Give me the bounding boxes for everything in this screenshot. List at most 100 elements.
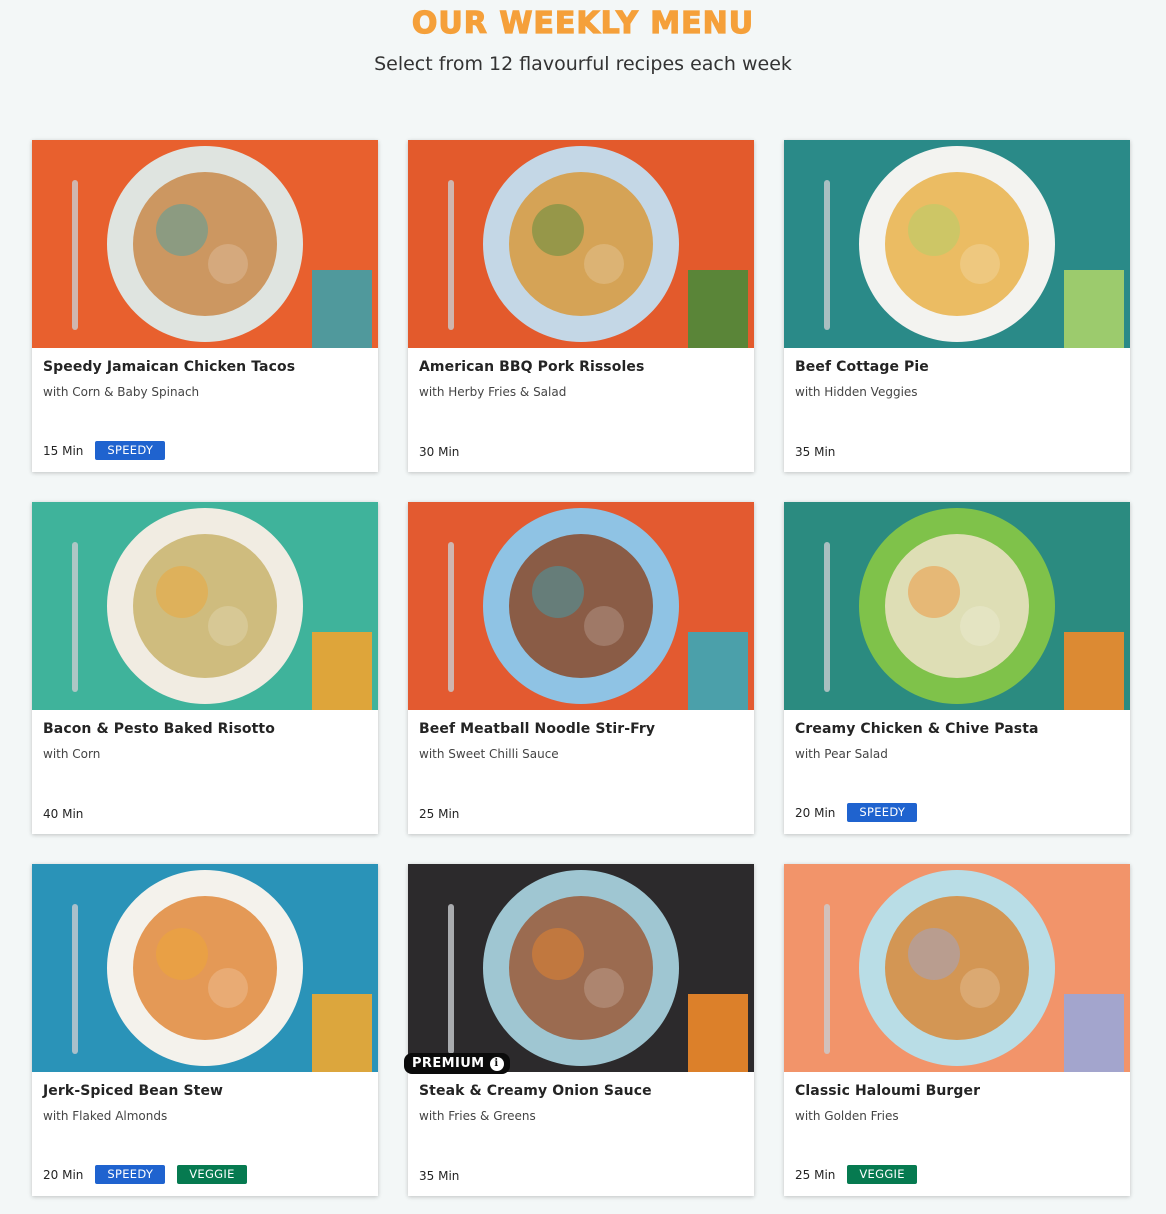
recipe-name[interactable]: Beef Cottage Pie <box>795 358 1119 376</box>
food-photo-illustration <box>784 864 1130 1072</box>
photo-fork <box>72 180 78 330</box>
info-icon[interactable]: i <box>489 1056 504 1071</box>
photo-food <box>133 896 277 1040</box>
photo-highlight <box>208 244 248 284</box>
photo-fork <box>824 180 830 330</box>
photo-napkin <box>312 994 372 1072</box>
recipe-photo[interactable] <box>784 140 1130 348</box>
recipe-card[interactable]: PREMIUM i Steak & Creamy Onion Sauce with F… <box>404 864 754 1196</box>
recipe-meta: 30 Min <box>419 444 471 460</box>
premium-badge[interactable]: PREMIUM i <box>404 1053 510 1074</box>
food-photo-illustration <box>408 502 754 710</box>
recipe-details: Speedy Jamaican Chicken Tacos with Corn &… <box>32 348 378 472</box>
photo-garnish <box>908 928 960 980</box>
recipe-card[interactable]: Creamy Chicken & Chive Pasta with Pear Sa… <box>784 502 1130 834</box>
recipe-photo[interactable] <box>32 864 378 1072</box>
recipe-details: Beef Cottage Pie with Hidden Veggies 35 Mi… <box>784 348 1130 472</box>
photo-food <box>509 896 653 1040</box>
food-photo-illustration <box>784 502 1130 710</box>
recipe-meta: 20 Min SPEEDY <box>795 803 929 822</box>
recipe-details: American BBQ Pork Rissoles with Herby Fri… <box>408 348 754 472</box>
photo-highlight <box>960 606 1000 646</box>
photo-food <box>509 534 653 678</box>
recipe-name[interactable]: Steak & Creamy Onion Sauce <box>419 1082 743 1100</box>
recipe-card[interactable]: Jerk-Spiced Bean Stew with Flaked Almonds… <box>32 864 378 1196</box>
recipe-details: Bacon & Pesto Baked Risotto with Corn 40 M… <box>32 710 378 834</box>
recipe-card[interactable]: Speedy Jamaican Chicken Tacos with Corn &… <box>32 140 378 472</box>
recipe-meta: 25 Min <box>419 806 471 822</box>
photo-napkin <box>688 632 748 710</box>
recipe-name[interactable]: Beef Meatball Noodle Stir-Fry <box>419 720 743 738</box>
cook-time: 30 Min <box>419 445 460 459</box>
recipe-name[interactable]: Creamy Chicken & Chive Pasta <box>795 720 1119 738</box>
photo-garnish <box>532 204 584 256</box>
tag-veggie: VEGGIE <box>177 1165 247 1184</box>
recipe-photo[interactable] <box>784 502 1130 710</box>
recipe-meta: 40 Min <box>43 806 95 822</box>
recipe-photo[interactable] <box>784 864 1130 1072</box>
tag-speedy: SPEEDY <box>95 441 166 460</box>
page-header: OUR WEEKLY MENU Select from 12 flavourfu… <box>0 0 1166 76</box>
recipe-photo[interactable] <box>408 140 754 348</box>
photo-napkin <box>312 270 372 348</box>
photo-highlight <box>960 244 1000 284</box>
photo-garnish <box>532 566 584 618</box>
recipe-meta: 20 Min SPEEDY VEGGIE <box>43 1165 259 1184</box>
photo-highlight <box>584 606 624 646</box>
tag-speedy: SPEEDY <box>847 803 918 822</box>
recipe-photo[interactable] <box>408 864 754 1072</box>
photo-garnish <box>908 566 960 618</box>
recipe-subtitle: with Corn <box>43 747 101 761</box>
photo-garnish <box>908 204 960 256</box>
photo-napkin <box>1064 994 1124 1072</box>
photo-garnish <box>156 204 208 256</box>
recipe-card[interactable]: Classic Haloumi Burger with Golden Fries 2… <box>784 864 1130 1196</box>
recipe-subtitle: with Corn & Baby Spinach <box>43 385 200 399</box>
recipe-card[interactable]: Bacon & Pesto Baked Risotto with Corn 40 M… <box>32 502 378 834</box>
photo-napkin <box>688 270 748 348</box>
recipe-grid: Speedy Jamaican Chicken Tacos with Corn &… <box>32 140 1130 1196</box>
food-photo-illustration <box>408 864 754 1072</box>
recipe-card[interactable]: Beef Meatball Noodle Stir-Fry with Sweet … <box>408 502 754 834</box>
photo-fork <box>448 180 454 330</box>
food-photo-illustration <box>32 140 378 348</box>
cook-time: 25 Min <box>419 807 460 821</box>
recipe-name[interactable]: American BBQ Pork Rissoles <box>419 358 743 376</box>
photo-food <box>509 172 653 316</box>
recipe-meta: 35 Min <box>795 444 847 460</box>
photo-napkin <box>312 632 372 710</box>
recipe-subtitle: with Hidden Veggies <box>795 385 918 399</box>
photo-fork <box>824 904 830 1054</box>
photo-food <box>885 534 1029 678</box>
tag-speedy: SPEEDY <box>95 1165 166 1184</box>
recipe-card[interactable]: Beef Cottage Pie with Hidden Veggies 35 Mi… <box>784 140 1130 472</box>
food-photo-illustration <box>32 502 378 710</box>
recipe-subtitle: with Sweet Chilli Sauce <box>419 747 559 761</box>
cook-time: 20 Min <box>795 805 836 820</box>
photo-fork <box>72 904 78 1054</box>
recipe-name[interactable]: Bacon & Pesto Baked Risotto <box>43 720 367 738</box>
premium-label: PREMIUM <box>412 1056 485 1071</box>
tag-veggie: VEGGIE <box>847 1165 917 1184</box>
recipe-subtitle: with Golden Fries <box>795 1109 899 1123</box>
recipe-subtitle: with Pear Salad <box>795 747 888 761</box>
recipe-card[interactable]: American BBQ Pork Rissoles with Herby Fri… <box>408 140 754 472</box>
recipe-name[interactable]: Classic Haloumi Burger <box>795 1082 1119 1100</box>
recipe-name[interactable]: Speedy Jamaican Chicken Tacos <box>43 358 367 376</box>
photo-food <box>885 896 1029 1040</box>
recipe-photo[interactable] <box>32 502 378 710</box>
recipe-meta: 25 Min VEGGIE <box>795 1165 929 1184</box>
cook-time: 35 Min <box>419 1169 460 1183</box>
cook-time: 20 Min <box>43 1167 84 1182</box>
cook-time: 35 Min <box>795 445 836 459</box>
photo-food <box>133 534 277 678</box>
photo-food <box>885 172 1029 316</box>
recipe-meta: 35 Min <box>419 1168 471 1184</box>
recipe-photo[interactable] <box>408 502 754 710</box>
cook-time: 15 Min <box>43 443 84 458</box>
recipe-meta: 15 Min SPEEDY <box>43 441 177 460</box>
photo-fork <box>824 542 830 692</box>
recipe-subtitle: with Flaked Almonds <box>43 1109 168 1123</box>
recipe-photo[interactable] <box>32 140 378 348</box>
recipe-name[interactable]: Jerk-Spiced Bean Stew <box>43 1082 367 1100</box>
